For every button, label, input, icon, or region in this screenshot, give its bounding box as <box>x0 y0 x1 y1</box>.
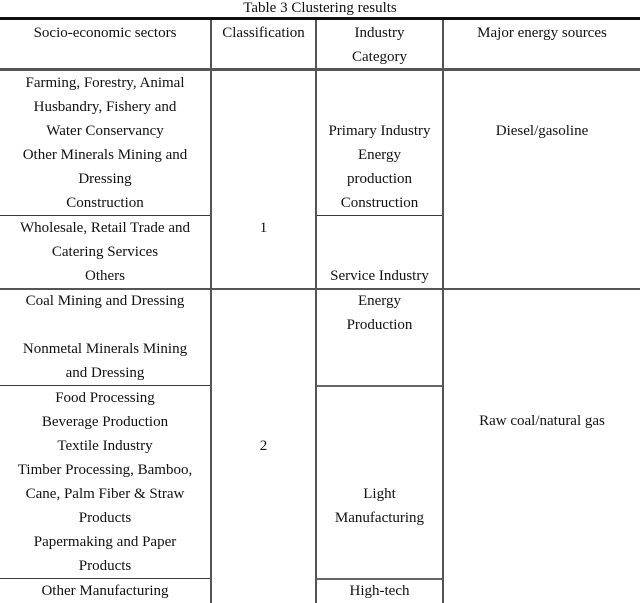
column-divider <box>210 20 212 603</box>
header-energy-sources: Major energy sources <box>477 25 607 41</box>
industry-cell: Primary Industry Energy production Const… <box>328 123 431 211</box>
sectors-cell: Wholesale, Retail Trade and Catering Ser… <box>20 220 190 284</box>
top-rule <box>0 17 640 20</box>
sectors-cell: Other Manufacturing <box>41 583 169 599</box>
industry-cell: High-tech <box>349 583 410 599</box>
header-classification: Classification <box>222 25 305 41</box>
header-industry-category: Industry Category <box>352 25 407 65</box>
energy-source-cell: Diesel/gasoline <box>495 123 589 139</box>
classification-cell: 2 <box>259 438 268 454</box>
header-sectors: Socio-economic sectors <box>33 25 177 41</box>
industry-cell: Service Industry <box>330 268 429 284</box>
sectors-cell: Food Processing Beverage Production Text… <box>17 390 193 574</box>
sectors-cell: Farming, Forestry, Animal Husbandry, Fis… <box>22 75 188 211</box>
energy-source-cell: Raw coal/natural gas <box>479 413 605 429</box>
industry-cell: Light Manufacturing <box>334 486 425 526</box>
sectors-cell: Coal Mining and Dressing Nonmetal Minera… <box>22 293 188 381</box>
row-divider <box>316 215 444 216</box>
row-divider <box>316 385 444 387</box>
classification-cell: 1 <box>259 220 268 236</box>
column-divider <box>442 20 444 603</box>
table-caption: Table 3 Clustering results <box>243 0 397 16</box>
industry-cell: Energy Production <box>346 293 413 333</box>
